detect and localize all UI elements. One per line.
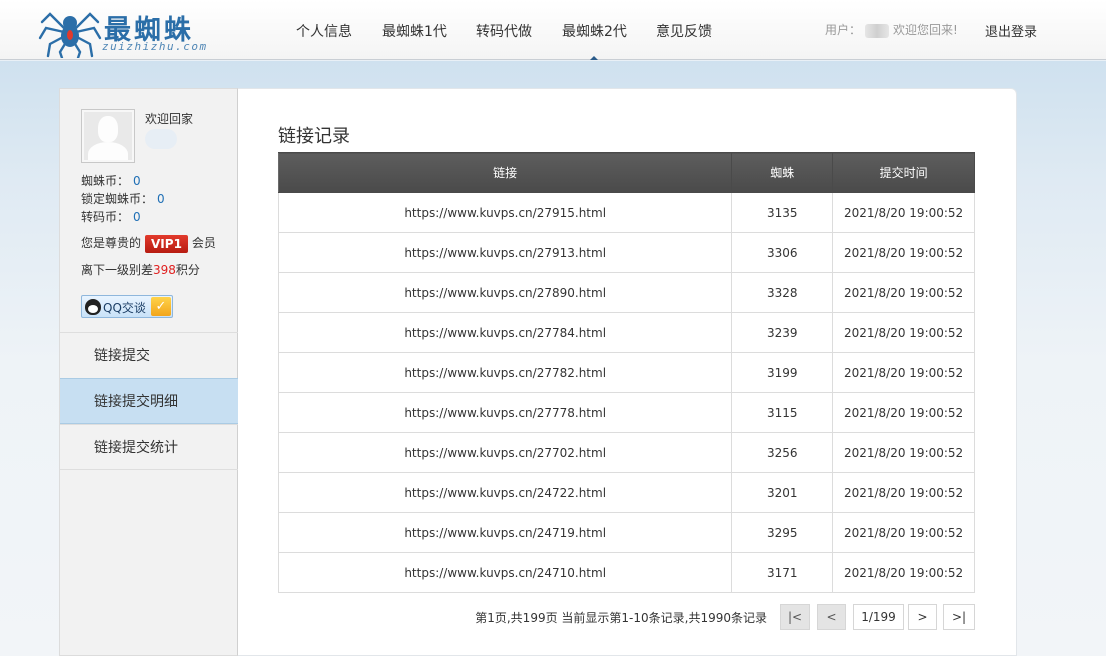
- stat-label: 蜘蛛币：: [81, 174, 130, 188]
- cell-spiders: 3239: [731, 312, 834, 353]
- page-title: 链接记录: [278, 126, 350, 147]
- cell-time: 2021/8/20 19:00:52: [832, 512, 975, 553]
- vip-status: 您是尊贵的 VIP1 会员: [81, 234, 216, 253]
- logout-link[interactable]: 退出登录: [985, 21, 1037, 40]
- top-header: 最蜘蛛 zuizhizhu.com 个人信息 最蜘蛛1代 转码代做 最蜘蛛2代 …: [0, 0, 1106, 60]
- cell-time: 2021/8/20 19:00:52: [832, 392, 975, 433]
- cell-link: https://www.kuvps.cn/27913.html: [277, 232, 733, 273]
- stat-spider-coins: 蜘蛛币： 0: [81, 172, 141, 189]
- default-avatar-icon: [84, 112, 132, 160]
- last-page-button[interactable]: >|: [943, 604, 975, 630]
- cell-link: https://www.kuvps.cn/24710.html: [277, 552, 733, 593]
- pagination: 第1页,共199页 当前显示第1-10条记录,共1990条记录 |< < 1/1…: [278, 604, 975, 630]
- column-header-link: 链接: [277, 152, 733, 193]
- cell-spiders: 3199: [731, 352, 834, 393]
- qq-chat-button[interactable]: QQ交谈 ✓: [81, 295, 173, 318]
- cell-spiders: 3115: [731, 392, 834, 433]
- cell-link: https://www.kuvps.cn/27778.html: [277, 392, 733, 433]
- welcome-back-text: 欢迎您回来!: [893, 23, 958, 37]
- sidebar-menu: 链接提交 链接提交明细 链接提交统计: [60, 332, 253, 470]
- table-row: https://www.kuvps.cn/27782.html 3199 2021/…: [277, 352, 975, 393]
- cell-spiders: 3306: [731, 232, 834, 273]
- stat-value: 0: [133, 210, 141, 224]
- qq-chat-label: QQ交谈: [103, 301, 146, 315]
- cell-time: 2021/8/20 19:00:52: [832, 312, 975, 353]
- stat-value: 0: [133, 174, 141, 188]
- nav-item-transcode[interactable]: 转码代做: [476, 21, 532, 41]
- table-row: https://www.kuvps.cn/27915.html 3135 2021/…: [277, 192, 975, 233]
- main-panel: 链接记录 链接 蜘蛛 提交时间 https://www.kuvps.cn/279…: [238, 88, 1017, 656]
- sidebar-item-link-details[interactable]: 链接提交明细: [60, 378, 253, 425]
- user-greeting: 用户： 欢迎您回来!: [825, 21, 958, 38]
- cell-link: https://www.kuvps.cn/27784.html: [277, 312, 733, 353]
- table-row: https://www.kuvps.cn/24719.html 3295 2021/…: [277, 512, 975, 553]
- table-row: https://www.kuvps.cn/24722.html 3201 2021/…: [277, 472, 975, 513]
- cell-link: https://www.kuvps.cn/27782.html: [277, 352, 733, 393]
- check-badge-icon: ✓: [151, 297, 171, 316]
- user-prefix: 用户：: [825, 23, 862, 37]
- nav-item-spider-v1[interactable]: 最蜘蛛1代: [382, 21, 447, 41]
- prev-page-button[interactable]: <: [817, 604, 846, 630]
- vip-prefix: 您是尊贵的: [81, 236, 142, 250]
- cell-time: 2021/8/20 19:00:52: [832, 472, 975, 513]
- logo-text-en: zuizhizhu.com: [102, 40, 208, 53]
- sidebar-item-link-stats[interactable]: 链接提交统计: [60, 424, 238, 470]
- column-header-time: 提交时间: [832, 152, 975, 193]
- nav-item-spider-v2[interactable]: 最蜘蛛2代: [562, 21, 627, 60]
- table-row: https://www.kuvps.cn/24710.html 3171 2021/…: [277, 552, 975, 593]
- cell-time: 2021/8/20 19:00:52: [832, 232, 975, 273]
- cell-spiders: 3171: [731, 552, 834, 593]
- stat-label: 锁定蜘蛛币：: [81, 192, 154, 206]
- cell-link: https://www.kuvps.cn/24719.html: [277, 512, 733, 553]
- cell-time: 2021/8/20 19:00:52: [832, 352, 975, 393]
- first-page-button[interactable]: |<: [780, 604, 810, 630]
- table-row: https://www.kuvps.cn/27784.html 3239 2021/…: [277, 312, 975, 353]
- cell-time: 2021/8/20 19:00:52: [832, 552, 975, 593]
- qq-penguin-icon: [85, 299, 101, 315]
- table-row: https://www.kuvps.cn/27890.html 3328 2021/…: [277, 272, 975, 313]
- cell-link: https://www.kuvps.cn/27915.html: [277, 192, 733, 233]
- cell-link: https://www.kuvps.cn/27702.html: [277, 432, 733, 473]
- vip-suffix: 会员: [191, 236, 216, 250]
- site-logo[interactable]: 最蜘蛛 zuizhizhu.com: [38, 4, 208, 58]
- table-row: https://www.kuvps.cn/27702.html 3256 2021/…: [277, 432, 975, 473]
- sidebar: 欢迎回家 蜘蛛币： 0 锁定蜘蛛币： 0 转码币： 0 您是尊贵的 VIP1 会员 离下一…: [59, 88, 253, 656]
- column-header-spiders: 蜘蛛: [731, 152, 834, 193]
- cell-spiders: 3201: [731, 472, 834, 513]
- pagination-info: 第1页,共199页 当前显示第1-10条记录,共1990条记录: [475, 611, 767, 625]
- vip-badge: VIP1: [145, 234, 188, 253]
- nav-item-feedback[interactable]: 意见反馈: [656, 21, 712, 41]
- avatar[interactable]: [81, 109, 135, 163]
- username-redacted: [145, 129, 177, 149]
- cell-time: 2021/8/20 19:00:52: [832, 192, 975, 233]
- cell-link: https://www.kuvps.cn/24722.html: [277, 472, 733, 513]
- cell-time: 2021/8/20 19:00:52: [832, 272, 975, 313]
- cell-spiders: 3295: [731, 512, 834, 553]
- table-row: https://www.kuvps.cn/27913.html 3306 2021/…: [277, 232, 975, 273]
- next-prefix: 离下一级别差: [81, 263, 154, 277]
- welcome-text: 欢迎回家: [145, 112, 194, 126]
- spider-logo-icon: [38, 12, 102, 58]
- cell-link: https://www.kuvps.cn/27890.html: [277, 272, 733, 313]
- cell-spiders: 3328: [731, 272, 834, 313]
- stat-transcode-coins: 转码币： 0: [81, 208, 141, 225]
- records-table: 链接 蜘蛛 提交时间 https://www.kuvps.cn/27915.ht…: [277, 152, 975, 593]
- current-page-indicator: 1/199: [853, 604, 904, 630]
- cell-time: 2021/8/20 19:00:52: [832, 432, 975, 473]
- username-redacted: [865, 23, 890, 38]
- table-header-row: 链接 蜘蛛 提交时间: [277, 152, 975, 193]
- next-points-value: 398: [153, 263, 176, 277]
- stat-locked-coins: 锁定蜘蛛币： 0: [81, 190, 165, 207]
- stat-value: 0: [157, 192, 165, 206]
- next-page-button[interactable]: >: [908, 604, 937, 630]
- cell-spiders: 3135: [731, 192, 834, 233]
- next-suffix: 积分: [175, 263, 200, 277]
- cell-spiders: 3256: [731, 432, 834, 473]
- table-row: https://www.kuvps.cn/27778.html 3115 2021/…: [277, 392, 975, 433]
- nav-item-profile[interactable]: 个人信息: [296, 21, 352, 41]
- sidebar-item-link-submit[interactable]: 链接提交: [60, 332, 238, 378]
- next-level-info: 离下一级别差398积分: [81, 261, 200, 278]
- stat-label: 转码币：: [81, 210, 130, 224]
